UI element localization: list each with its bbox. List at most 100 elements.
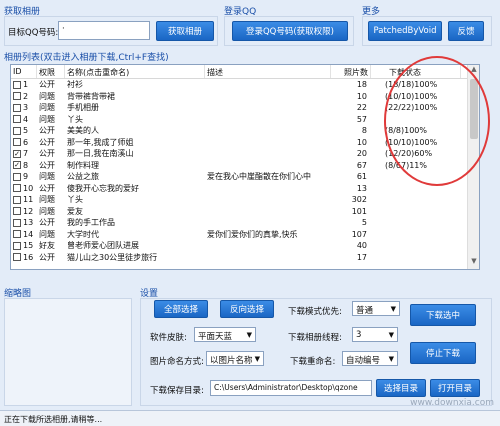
row-name[interactable]: 傻我开心忘我的爱好: [65, 183, 205, 194]
row-description: 爱你们爱你们的真挚,快乐: [207, 229, 298, 239]
table-row[interactable]: 9 问题 公益之旅 爱在我心中崖酯散在你们心中 61: [11, 171, 479, 183]
table-row[interactable]: 15 好友 曾老师爱心团队进展 40: [11, 240, 479, 252]
row-name[interactable]: 猫儿山之30公里徒步旅行: [65, 252, 205, 263]
patched-by-void-button[interactable]: PatchedByVoid: [368, 21, 442, 41]
qq-number-input[interactable]: ·: [58, 21, 150, 40]
choose-dir-button[interactable]: 选择目录: [376, 379, 426, 397]
row-checkbox[interactable]: [13, 241, 21, 250]
row-photo-count: 61: [356, 172, 367, 182]
table-row[interactable]: 11 问题 丫头 302: [11, 194, 479, 206]
row-id: 1: [23, 80, 29, 90]
table-row[interactable]: 5 公开 美美的人 8 (8/8)100%: [11, 125, 479, 137]
table-row[interactable]: ✓ 8 公开 制作料理 67 (8/67)11%: [11, 160, 479, 172]
row-checkbox[interactable]: ✓: [13, 149, 21, 158]
table-row[interactable]: 3 问题 手机相册 22 (22/22)100%: [11, 102, 479, 114]
row-id-cell: 9: [11, 172, 37, 181]
row-name[interactable]: 美美的人: [65, 125, 205, 136]
header-id[interactable]: ID: [11, 65, 37, 78]
login-qq-button[interactable]: 登录QQ号码(获取权限): [232, 21, 348, 41]
row-name[interactable]: 大学时代: [65, 229, 205, 240]
row-checkbox[interactable]: [13, 172, 21, 181]
row-download-status: (12/20)60%: [385, 149, 433, 159]
row-id-cell: ✓ 7: [11, 149, 37, 158]
threads-select[interactable]: 3 ▼: [352, 327, 398, 342]
row-name[interactable]: 手机相册: [65, 102, 205, 113]
row-id: 6: [23, 137, 29, 147]
header-permission[interactable]: 权限: [37, 65, 65, 78]
header-name[interactable]: 名称(点击重命名): [65, 65, 205, 78]
invert-select-button[interactable]: 反向选择: [220, 300, 274, 318]
row-checkbox[interactable]: ✓: [13, 161, 21, 170]
row-checkbox[interactable]: [13, 207, 21, 216]
skin-select[interactable]: 平面天蓝 ▼: [194, 327, 256, 342]
table-row[interactable]: 1 公开 衬衫 18 (18/18)100%: [11, 79, 479, 91]
scroll-up-icon[interactable]: ▲: [468, 65, 479, 77]
row-name[interactable]: 那一日,我在南溪山: [65, 148, 205, 159]
table-row[interactable]: 10 公开 傻我开心忘我的爱好 13: [11, 183, 479, 195]
header-download-status[interactable]: 下载状态: [371, 65, 461, 78]
select-all-button[interactable]: 全部选择: [154, 300, 208, 318]
naming-label: 图片命名方式:: [150, 357, 204, 367]
row-checkbox[interactable]: [13, 184, 21, 193]
row-checkbox[interactable]: [13, 138, 21, 147]
stop-download-button[interactable]: 停止下载: [410, 342, 476, 364]
save-dir-input[interactable]: C:\Users\Administrator\Desktop\qzone: [210, 380, 372, 396]
row-permission: 公开: [39, 137, 55, 147]
row-name[interactable]: 制作料理: [65, 160, 205, 171]
get-album-button[interactable]: 获取相册: [156, 21, 214, 41]
header-photo-count[interactable]: 照片数: [331, 65, 371, 78]
download-mode-label: 下载模式优先:: [288, 307, 342, 317]
watermark: www.downxia.com: [410, 398, 494, 408]
row-name[interactable]: 我的手工作品: [65, 217, 205, 228]
row-name[interactable]: 背带裤背带裙: [65, 91, 205, 102]
table-scrollbar[interactable]: ▲ ▼: [467, 65, 479, 269]
rename-select[interactable]: 自动编号 ▼: [342, 351, 398, 366]
row-id: 8: [23, 160, 29, 170]
scroll-thumb[interactable]: [470, 79, 478, 139]
table-row[interactable]: 16 公开 猫儿山之30公里徒步旅行 17: [11, 252, 479, 264]
row-photo-count: 13: [356, 183, 367, 193]
row-name[interactable]: 那一年,我成了师姐: [65, 137, 205, 148]
table-row[interactable]: ✓ 7 公开 那一日,我在南溪山 20 (12/20)60%: [11, 148, 479, 160]
row-id: 12: [23, 206, 34, 216]
row-permission: 问题: [39, 229, 55, 239]
row-name[interactable]: 丫头: [65, 194, 205, 205]
table-row[interactable]: 2 问题 背带裤背带裙 10 (10/10)100%: [11, 91, 479, 103]
row-name[interactable]: 丫头: [65, 114, 205, 125]
row-checkbox[interactable]: [13, 218, 21, 227]
row-name[interactable]: 爱友: [65, 206, 205, 217]
scroll-down-icon[interactable]: ▼: [468, 257, 479, 269]
status-bar: 正在下载所选相册,请稍等...: [0, 410, 500, 426]
download-mode-select[interactable]: 普通 ▼: [352, 301, 400, 316]
row-id: 10: [23, 183, 34, 193]
download-selected-button[interactable]: 下载选中: [410, 304, 476, 326]
row-photo-count: 17: [356, 252, 367, 262]
row-checkbox[interactable]: [13, 92, 21, 101]
row-checkbox[interactable]: [13, 195, 21, 204]
row-name[interactable]: 衬衫: [65, 79, 205, 90]
rename-label: 下载重命名:: [290, 357, 336, 367]
table-row[interactable]: 13 公开 我的手工作品 5: [11, 217, 479, 229]
row-checkbox[interactable]: [13, 126, 21, 135]
row-checkbox[interactable]: [13, 115, 21, 124]
row-name[interactable]: 曾老师爱心团队进展: [65, 240, 205, 251]
row-id-cell: 13: [11, 218, 37, 227]
feedback-button[interactable]: 反馈: [448, 21, 484, 41]
row-id-cell: 16: [11, 253, 37, 262]
table-row[interactable]: 12 问题 爱友 101: [11, 206, 479, 218]
row-name[interactable]: 公益之旅: [65, 171, 205, 182]
row-id-cell: 14: [11, 230, 37, 239]
header-description[interactable]: 描述: [205, 65, 331, 78]
row-id-cell: 15: [11, 241, 37, 250]
table-row[interactable]: 6 公开 那一年,我成了师姐 10 (10/10)100%: [11, 137, 479, 149]
open-dir-button[interactable]: 打开目录: [430, 379, 480, 397]
row-checkbox[interactable]: [13, 80, 21, 89]
row-description: 爱在我心中崖酯散在你们心中: [207, 172, 311, 182]
naming-select[interactable]: 以图片名称 ▼: [206, 351, 264, 366]
row-checkbox[interactable]: [13, 253, 21, 262]
row-download-status: (8/67)11%: [385, 160, 427, 170]
table-row[interactable]: 14 问题 大学时代 爱你们爱你们的真挚,快乐 107: [11, 229, 479, 241]
row-checkbox[interactable]: [13, 103, 21, 112]
row-checkbox[interactable]: [13, 230, 21, 239]
table-row[interactable]: 4 问题 丫头 57: [11, 114, 479, 126]
